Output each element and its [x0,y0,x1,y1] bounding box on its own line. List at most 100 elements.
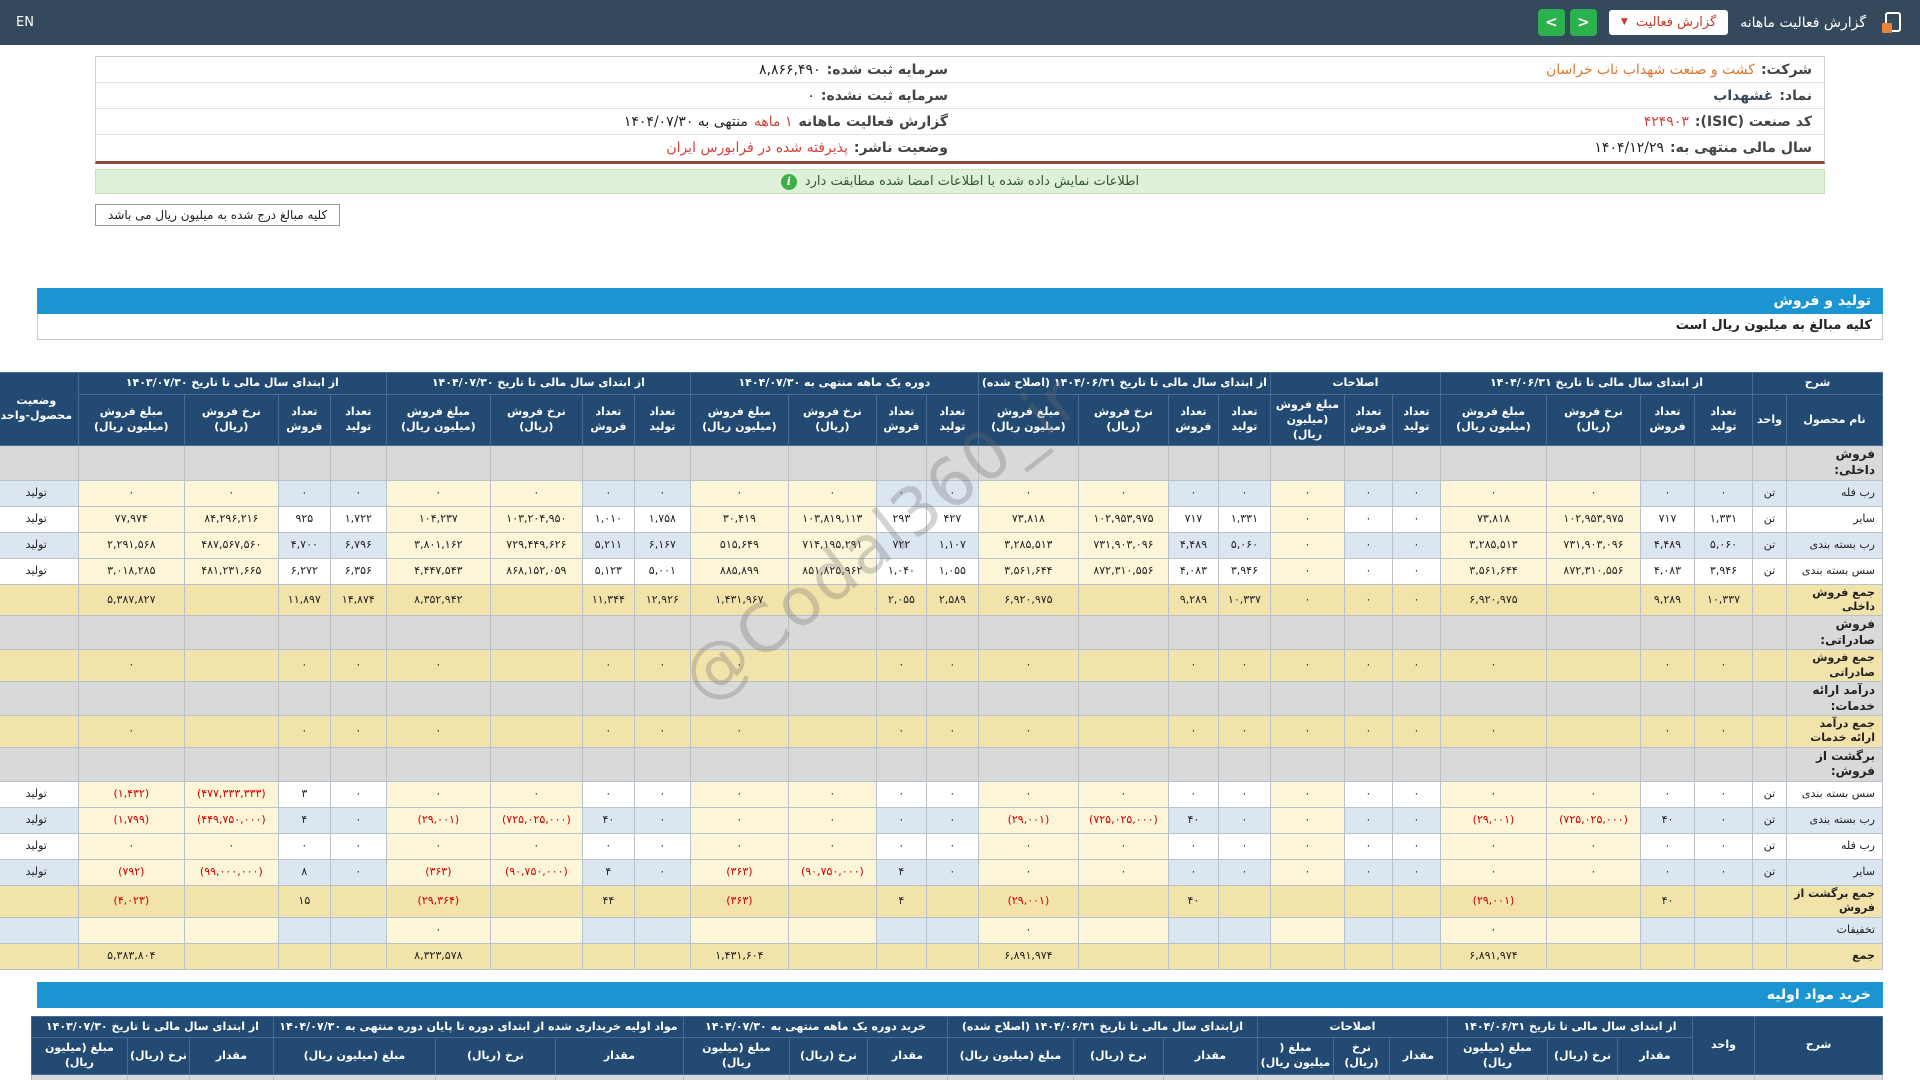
value-cell [1344,943,1392,969]
value-cell [582,917,634,943]
section-label: فروش صادراتی: [1787,616,1883,650]
value-cell [1218,616,1270,650]
value-cell: ۱,۳۳۱ [1218,506,1270,532]
info-label: گزارش فعالیت ماهانه [798,114,948,130]
info-value[interactable]: غشهداب [1713,88,1773,104]
value-cell: ۰ [1078,833,1168,859]
value-cell: ۰ [1344,480,1392,506]
nav-forward-button[interactable]: > [1570,9,1597,36]
value-cell: (۴,۰۲۳) [78,885,184,917]
value-cell: ۳,۹۴۶ [1695,558,1753,584]
value-cell [78,681,184,715]
value-cell: ۰ [1392,584,1440,616]
value-cell [1218,681,1270,715]
value-cell: ۴ [876,859,926,885]
value-cell: ۰ [634,480,690,506]
info-field-right: شرکت:کشت و صنعت شهداب ناب خراسان [960,57,1824,83]
value-cell [1392,616,1440,650]
info-value[interactable]: کشت و صنعت شهداب ناب خراسان [1546,62,1755,78]
value-cell: ۰ [78,650,184,682]
status-cell [0,584,78,616]
unit-cell [1753,943,1787,969]
value-cell: (۳۶۳) [690,885,788,917]
section-production-sales: تولید و فروش [37,288,1883,314]
value-cell [1218,917,1270,943]
measure-header: تعداد فروش [582,394,634,446]
value-cell: ۰ [490,781,582,807]
measure-header: تعداد تولید [1218,394,1270,446]
unit-header: واحد [1753,394,1787,446]
value-cell [634,747,690,781]
value-cell [1078,616,1168,650]
value-cell: ۰ [1078,480,1168,506]
info-field-left: سرمایه ثبت شده:۸,۸۶۶,۴۹۰ [96,57,960,83]
language-toggle[interactable]: EN [16,15,34,30]
status-cell [0,650,78,682]
value-cell: ۰ [1440,650,1546,682]
value-cell [690,681,788,715]
value-cell [184,650,278,682]
value-cell: ۰ [386,917,490,943]
value-cell [1547,716,1641,748]
raw-materials-table: شرحواحداز ابتدای سال مالی تا تاریخ ۱۴۰۴/… [31,1016,1883,1080]
nav-back-button[interactable]: < [1538,9,1565,36]
value-cell [330,917,386,943]
row-label: تخفیفات [1787,917,1883,943]
measure-header: مبلغ فروش (میلیون ریال) [386,394,490,446]
value-cell: ۲,۲۹۱,۵۶۸ [78,532,184,558]
value-cell: ۰ [1392,532,1440,558]
measure-header: نرخ (ریال) [1073,1038,1163,1075]
value-cell: ۳۰,۴۱۹ [690,506,788,532]
value-cell: ۸۷۲,۳۱۰,۵۵۶ [1078,558,1168,584]
status-cell: تولید [0,807,78,833]
period-group-header: از ابتدای سال مالی تا تاریخ ۱۴۰۴/۰۶/۳۱ (… [978,373,1270,395]
value-cell [1547,943,1641,969]
value-cell [278,917,330,943]
value-cell: ۱۰۳,۸۱۹,۱۱۳ [788,506,876,532]
value-cell: ۰ [1270,584,1344,616]
value-cell: ۰ [330,716,386,748]
value-cell: ۵,۰۰۱ [634,558,690,584]
value-cell [788,885,876,917]
value-cell: (۳۶۳) [386,859,490,885]
value-cell [926,446,978,480]
value-cell [1392,446,1440,480]
value-cell [1270,885,1344,917]
measure-header: تعداد تولید [330,394,386,446]
status-cell [0,446,78,480]
report-type-button[interactable]: گزارش فعالیت ▼ [1609,10,1728,35]
value-cell: (۳۶۳) [690,859,788,885]
value-cell: ۱,۷۲۲ [330,506,386,532]
product-name-header: نام محصول [1787,394,1883,446]
value-cell [490,446,582,480]
value-cell: ۰ [1440,781,1546,807]
measure-header: نرخ (ریال) [789,1038,867,1075]
value-cell: ۰ [690,807,788,833]
value-cell: ۰ [978,781,1078,807]
value-cell: ۱۰۲,۹۵۳,۹۷۵ [1078,506,1168,532]
value-cell: ۰ [1218,480,1270,506]
unit-cell: تن [1753,558,1787,584]
value-cell: ۱۰۲,۹۵۳,۹۷۵ [1547,506,1641,532]
value-cell: ۸,۳۵۲,۹۴۲ [386,584,490,616]
value-cell [876,446,926,480]
row-label: رب بسته بندی [1787,532,1883,558]
value-cell: ۰ [1270,807,1344,833]
value-cell [634,943,690,969]
value-cell [1695,885,1753,917]
value-cell [330,885,386,917]
row-label: سایر [1787,506,1883,532]
value-cell: ۰ [1392,506,1440,532]
value-cell [1547,747,1641,781]
section-row: برگشت از فروش: [0,747,1883,781]
value-cell [1168,747,1218,781]
period-group-header: دوره یک ماهه منتهی به ۱۴۰۴/۰۷/۳۰ [690,373,978,395]
status-cell: تولید [0,558,78,584]
value-cell: ۰ [386,650,490,682]
value-cell: ۴۴ [582,885,634,917]
value-cell [184,917,278,943]
measure-header: نرخ فروش (ریال) [1078,394,1168,446]
value-cell [1168,943,1218,969]
status-cell: تولید [0,781,78,807]
value-cell: ۴,۰۸۳ [1641,558,1695,584]
